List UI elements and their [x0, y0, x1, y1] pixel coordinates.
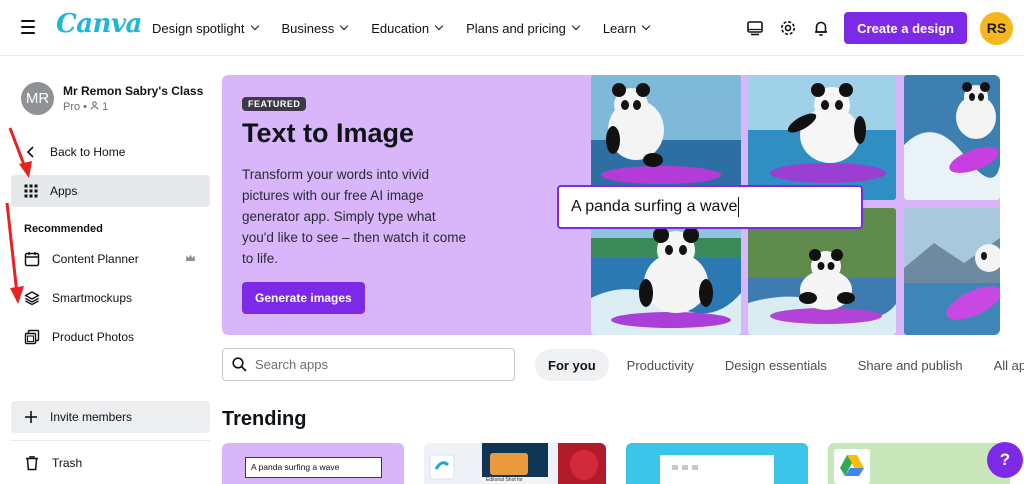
bell-icon[interactable] [805, 12, 837, 44]
featured-banner: FEATURED Text to Image Transform your wo… [222, 75, 1000, 335]
team-plan: Pro • 1 [63, 101, 109, 113]
category-tabs: For you Productivity Design essentials S… [535, 349, 1024, 381]
banner-title: Text to Image [242, 118, 415, 148]
chevron-down-icon [571, 21, 581, 31]
layers-icon [24, 291, 40, 306]
apps-grid-icon [24, 184, 38, 198]
monitor-icon[interactable] [739, 12, 771, 44]
search-input[interactable] [255, 357, 495, 372]
user-avatar[interactable]: RS [980, 11, 1013, 45]
plus-icon [25, 411, 37, 423]
menu-icon[interactable] [18, 16, 40, 38]
top-actions: Create a design RS [739, 0, 1024, 56]
tab-share-and-publish[interactable]: Share and publish [845, 349, 976, 381]
sidebar-item-trash[interactable]: Trash [11, 447, 210, 479]
card-thumbnail [626, 443, 808, 484]
generate-images-button[interactable]: Generate images [242, 282, 365, 314]
trending-card-mockups[interactable]: Editorial Shot for [424, 443, 606, 484]
search-apps[interactable] [222, 348, 515, 381]
trash-icon [26, 456, 38, 471]
sidebar-item-apps[interactable]: Apps [11, 175, 210, 207]
chevron-down-icon [250, 21, 259, 31]
person-icon [90, 101, 99, 110]
sidebar-item-product-photos[interactable]: Product Photos [11, 321, 210, 353]
panda-image-tile [748, 75, 896, 200]
nav-learn[interactable]: Learn [603, 21, 651, 36]
sidebar: MR Mr Remon Sabry's Class Pro • 1 Back t… [0, 57, 220, 484]
banner-description: Transform your words into vivid pictures… [242, 167, 466, 266]
photos-icon [24, 329, 40, 345]
create-design-button[interactable]: Create a design [844, 12, 967, 44]
panda-image-tile [591, 75, 741, 200]
chevron-down-icon [340, 21, 349, 31]
sidebar-item-content-planner[interactable]: Content Planner [11, 243, 210, 275]
help-button[interactable]: ? [987, 442, 1023, 478]
chevron-left-icon [26, 146, 34, 158]
team-avatar: MR [21, 82, 54, 115]
tab-all-apps[interactable]: All ap [981, 349, 1024, 381]
top-bar: Canva Design spotlight Business Educatio… [0, 0, 1024, 56]
prompt-input[interactable]: A panda surfing a wave [557, 185, 863, 229]
card-caption: Editorial Shot for [486, 477, 523, 483]
search-icon [232, 357, 247, 372]
team-name: Mr Remon Sabry's Class [63, 84, 204, 98]
back-to-home[interactable]: Back to Home [11, 136, 210, 168]
gear-icon[interactable] [772, 12, 804, 44]
text-caret [738, 197, 740, 217]
nav-education[interactable]: Education [371, 21, 444, 36]
recommended-heading: Recommended [24, 223, 103, 235]
trending-card-text-to-image[interactable]: A panda surfing a wave [222, 443, 404, 484]
nav-plans-pricing[interactable]: Plans and pricing [466, 21, 581, 36]
card-prompt-preview: A panda surfing a wave [245, 457, 382, 478]
canva-logo[interactable]: Canva [56, 9, 142, 39]
nav-business[interactable]: Business [282, 21, 349, 36]
google-drive-icon [828, 443, 1010, 484]
nav-design-spotlight[interactable]: Design spotlight [152, 21, 259, 36]
crown-icon [186, 254, 195, 261]
panda-image-tile [904, 208, 1000, 335]
sidebar-item-smartmockups[interactable]: Smartmockups [11, 282, 210, 314]
trending-heading: Trending [222, 408, 307, 430]
tab-design-essentials[interactable]: Design essentials [712, 349, 840, 381]
main-nav: Design spotlight Business Education Plan… [152, 0, 673, 56]
featured-badge: FEATURED [242, 97, 307, 111]
trending-card-content-planner[interactable] [626, 443, 808, 484]
invite-members-button[interactable]: Invite members [11, 401, 210, 433]
panda-image-tile [904, 75, 1000, 200]
tab-for-you[interactable]: For you [535, 349, 609, 381]
team-info: Mr Remon Sabry's Class Pro • 1 [63, 84, 203, 113]
chevron-down-icon [641, 21, 651, 31]
calendar-icon [24, 252, 40, 267]
sidebar-divider [11, 440, 210, 441]
team-switcher[interactable]: MR Mr Remon Sabry's Class Pro • 1 [21, 82, 203, 115]
tab-productivity[interactable]: Productivity [614, 349, 707, 381]
chevron-down-icon [434, 21, 444, 31]
trending-card-google-drive[interactable] [828, 443, 1010, 484]
